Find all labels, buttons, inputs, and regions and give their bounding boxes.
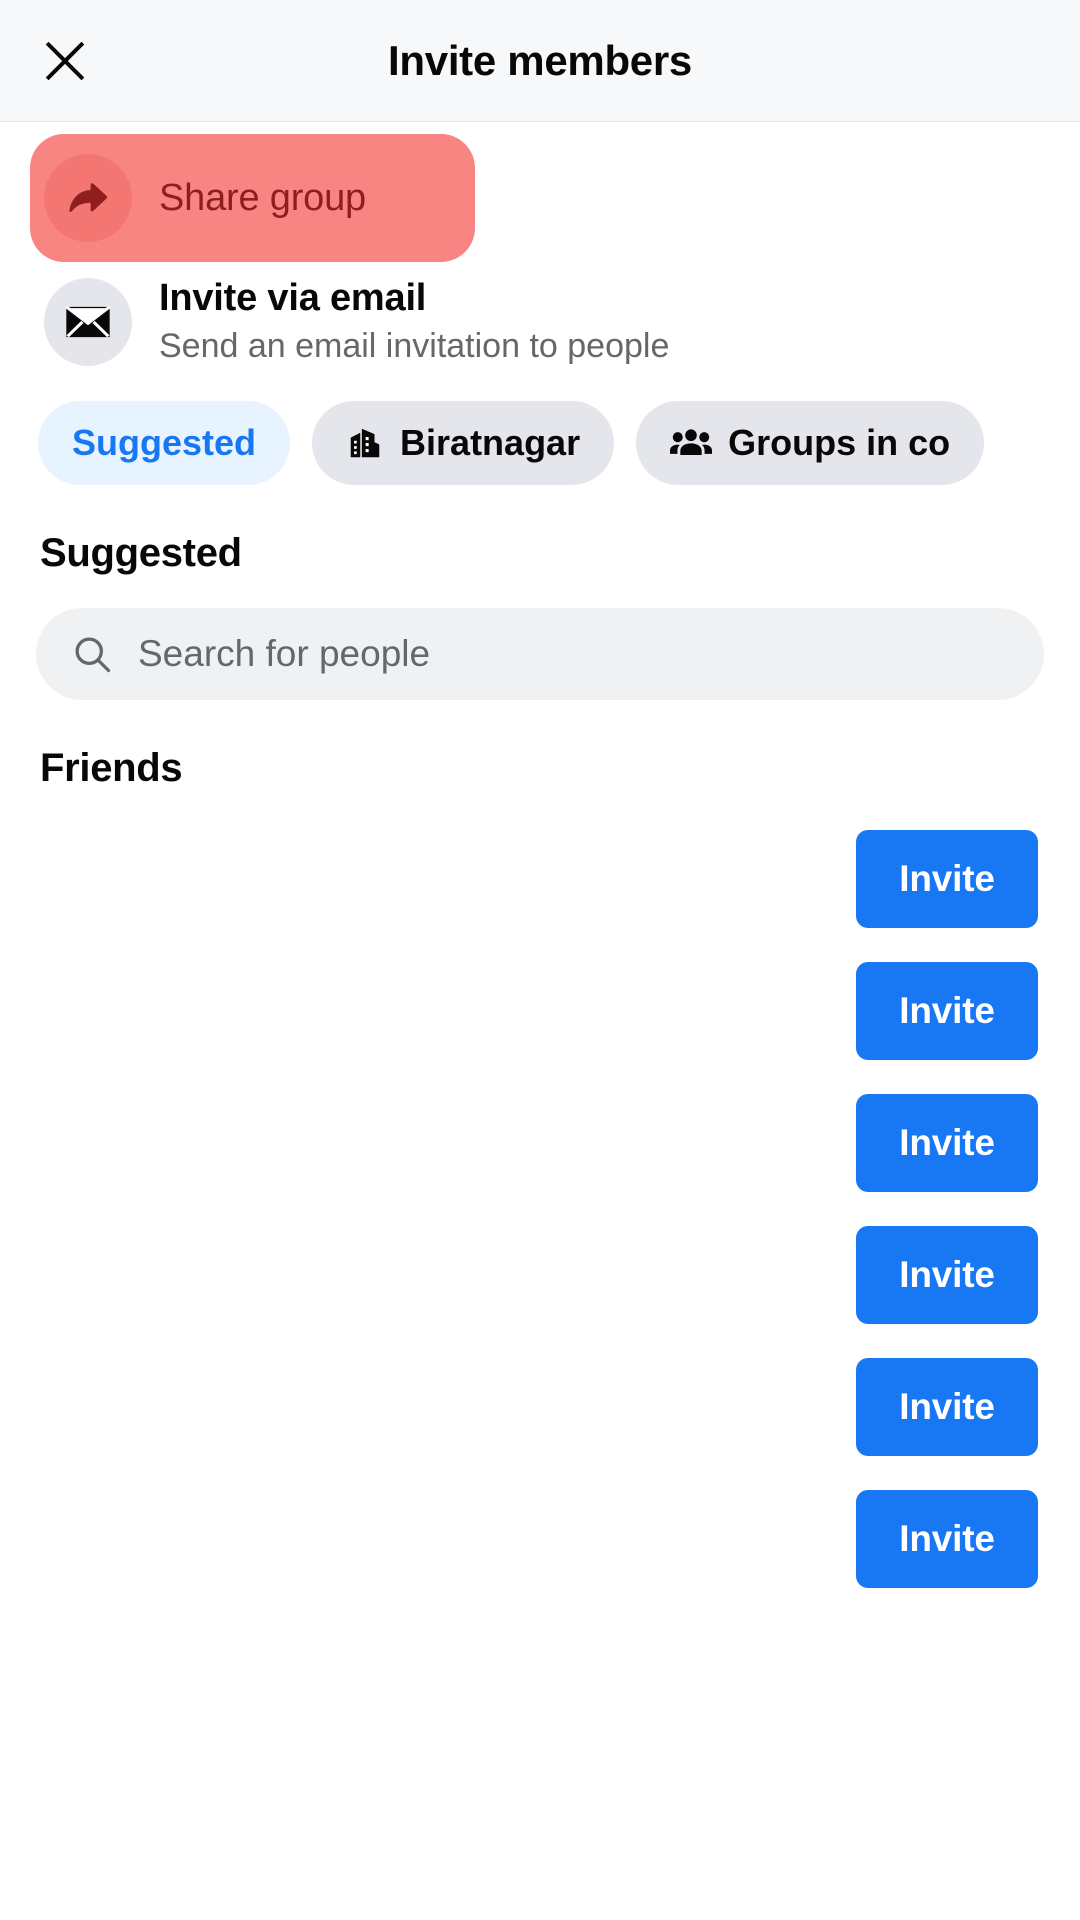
invite-button[interactable]: Invite [856,1226,1038,1325]
envelope-icon-glyph [65,305,111,338]
share-group-row[interactable]: Share group [30,134,475,262]
share-arrow-icon-glyph [69,183,108,212]
invite-members-screen: Invite members Share group Invite via em… [0,0,1080,1920]
friend-row: Invite [0,1473,1080,1605]
search-icon-glyph [75,637,111,673]
share-group-text: Share group [159,176,366,221]
invite-button[interactable]: Invite [856,1094,1038,1193]
building-icon-glyph [350,429,380,458]
people-group-icon-glyph [670,429,713,456]
invite-via-email-subtitle: Send an email invitation to people [159,326,670,365]
friend-row: Invite [0,813,1080,945]
close-icon-glyph [45,41,85,80]
search-icon [70,632,114,676]
chip-biratnagar[interactable]: Biratnagar [312,401,615,486]
search-box[interactable] [36,608,1044,701]
chip-biratnagar-label: Biratnagar [400,422,581,464]
friend-row: Invite [0,945,1080,1077]
screen-header: Invite members [0,0,1080,122]
friend-row: Invite [0,1341,1080,1473]
page-title: Invite members [388,36,692,84]
close-icon[interactable] [30,26,100,96]
friends-list: Invite Invite Invite Invite Invite Invit… [0,813,1080,1605]
invite-via-email-row[interactable]: Invite via email Send an email invitatio… [0,262,1080,381]
chip-groups-in-common[interactable]: Groups in co [636,401,985,486]
invite-button[interactable]: Invite [856,1358,1038,1457]
share-arrow-icon [44,154,132,242]
share-group-label: Share group [159,176,366,219]
filter-chips: Suggested Biratnagar Groups in co [0,381,1080,486]
people-group-icon [670,424,713,462]
chip-suggested-label: Suggested [72,422,257,464]
friend-row: Invite [0,1209,1080,1341]
friends-heading: Friends [40,746,183,791]
invite-via-email-label: Invite via email [159,277,427,319]
invite-via-email-text: Invite via email Send an email invitatio… [159,276,669,367]
friend-row: Invite [0,1077,1080,1209]
chip-suggested[interactable]: Suggested [38,401,291,486]
search-input[interactable] [136,632,1010,677]
invite-button[interactable]: Invite [856,1490,1038,1589]
invite-button[interactable]: Invite [856,962,1038,1061]
envelope-icon [44,277,132,366]
building-icon [346,424,384,462]
search-section [0,576,1080,701]
invite-button[interactable]: Invite [856,830,1038,929]
chip-groups-in-common-label: Groups in co [728,422,951,464]
invite-actions: Share group Invite via email Send an ema… [0,122,1080,381]
suggested-heading: Suggested [40,531,242,576]
